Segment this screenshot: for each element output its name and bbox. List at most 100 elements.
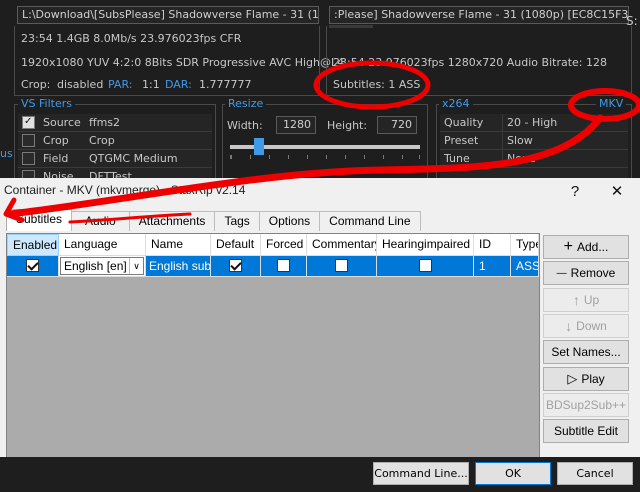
cell-type[interactable]: ASS [511, 256, 539, 277]
bdsup2sub-button[interactable]: BDSup2Sub++ [543, 393, 629, 417]
x264-title: x264 [439, 97, 473, 110]
play-button[interactable]: ▷ Play [543, 367, 629, 391]
cell-language[interactable]: English [en] ∨ [59, 256, 146, 277]
help-button[interactable]: ? [558, 178, 592, 204]
play-button-label: Play [581, 372, 605, 386]
tab-tags[interactable]: Tags [214, 211, 260, 231]
filter-value: ffms2 [89, 116, 121, 129]
tab-attachments[interactable]: Attachments [128, 211, 216, 231]
cell-default[interactable] [211, 256, 261, 277]
arrow-down-icon: ↓ [565, 318, 573, 334]
forced-checkbox[interactable] [277, 259, 290, 272]
language-value: English [en] [64, 259, 127, 273]
container-dialog: Container - MKV (mkvmerge) - StaxRip v2.… [0, 178, 640, 492]
tab-subtitles[interactable]: Subtitles [6, 209, 73, 231]
command-line-button[interactable]: Command Line... [373, 462, 469, 485]
filter-name: Field [43, 152, 69, 165]
filter-checkbox[interactable] [22, 116, 35, 129]
minus-icon: — [556, 267, 567, 279]
subtitles-grid[interactable]: Enabled Language Name Default Forced Com… [6, 233, 540, 460]
filter-checkbox[interactable] [22, 152, 35, 165]
col-header-commentary[interactable]: Commentary [307, 234, 377, 256]
resize-slider-ticks [230, 155, 420, 159]
col-header-type[interactable]: Type [511, 234, 539, 256]
left-edge-text: us [0, 147, 13, 160]
target-path-field[interactable]: :Please] Shadowverse Flame - 31 (1080p) … [329, 6, 629, 24]
set-names-button[interactable]: Set Names... [543, 340, 629, 364]
dar-value: 1.777777 [199, 78, 252, 91]
cell-name[interactable]: English subs [146, 256, 211, 277]
grid-header: Enabled Language Name Default Forced Com… [7, 234, 539, 256]
resize-slider-thumb[interactable] [253, 138, 264, 155]
tab-command-line[interactable]: Command Line [319, 211, 421, 231]
chevron-down-icon: ∨ [129, 258, 143, 274]
tab-options[interactable]: Options [258, 211, 321, 231]
play-icon: ▷ [567, 371, 578, 386]
col-header-default[interactable]: Default [211, 234, 261, 256]
cell-commentary[interactable] [307, 256, 377, 277]
arrow-up-icon: ↑ [572, 292, 580, 308]
filter-row[interactable]: Noise DFTTest [18, 168, 212, 178]
filter-checkbox[interactable] [22, 170, 35, 178]
option-name: Tune [444, 152, 470, 165]
filter-value: DFTTest [89, 170, 132, 178]
col-header-enabled[interactable]: Enabled [7, 234, 59, 256]
filter-checkbox[interactable] [22, 134, 35, 147]
filter-name: Crop [43, 134, 69, 147]
close-button[interactable]: ✕ [600, 178, 634, 204]
cell-id[interactable]: 1 [474, 256, 511, 277]
option-row[interactable]: Preset Slow [440, 132, 628, 150]
close-icon: ✕ [610, 183, 624, 200]
col-header-language[interactable]: Language [59, 234, 146, 256]
enabled-checkbox[interactable] [26, 259, 39, 272]
col-header-id[interactable]: ID [474, 234, 511, 256]
remove-button[interactable]: — Remove [543, 261, 629, 285]
language-select[interactable]: English [en] ∨ [60, 257, 144, 275]
option-name: Preset [444, 134, 479, 147]
crop-value: disabled [57, 78, 104, 91]
cell-enabled[interactable] [7, 256, 59, 277]
filter-row[interactable]: Source ffms2 [18, 114, 212, 132]
cell-forced[interactable] [261, 256, 307, 277]
filter-row[interactable]: Field QTGMC Medium [18, 150, 212, 168]
subtitle-edit-button[interactable]: Subtitle Edit [543, 419, 629, 443]
width-input[interactable]: 1280 [276, 116, 316, 134]
option-row[interactable]: Tune None [440, 150, 628, 168]
height-label: Height: [327, 119, 368, 132]
table-row[interactable]: English [en] ∨ English subs 1 ASS [7, 256, 539, 277]
up-button[interactable]: ↑ Up [543, 288, 629, 312]
vs-filters-title: VS Filters [18, 97, 75, 110]
filter-name: Noise [43, 170, 74, 178]
up-button-label: Up [583, 293, 600, 307]
tab-audio[interactable]: Audio [71, 211, 130, 231]
x264-options-list[interactable]: Quality 20 - High Preset Slow Tune None [440, 114, 628, 178]
vs-filters-list[interactable]: Source ffms2 Crop Crop Field QTGMC Mediu… [18, 114, 212, 178]
cell-hearingimpaired[interactable] [377, 256, 474, 277]
default-checkbox[interactable] [229, 259, 242, 272]
source-path-field[interactable]: L:\Download\[SubsPlease] Shadowverse Fla… [17, 6, 319, 24]
filter-row[interactable]: Crop Crop [18, 132, 212, 150]
target-info-line1: 23:54 23.976023fps 1280x720 Audio Bitrat… [333, 56, 607, 69]
source-info-line2: 1920x1080 YUV 4:2:0 8Bits SDR Progressiv… [21, 56, 345, 69]
col-header-forced[interactable]: Forced [261, 234, 307, 256]
mkv-link[interactable]: MKV [596, 97, 627, 110]
filter-name: Source [43, 116, 81, 129]
plus-icon: + [563, 238, 573, 255]
add-button[interactable]: + Add... [543, 235, 629, 259]
commentary-checkbox[interactable] [335, 259, 348, 272]
option-name: Quality [444, 116, 484, 129]
par-label[interactable]: PAR: [108, 78, 132, 91]
down-button[interactable]: ↓ Down [543, 314, 629, 338]
option-row[interactable]: Quality 20 - High [440, 114, 628, 132]
subtitles-summary: Subtitles: 1 ASS [333, 78, 421, 91]
ok-button[interactable]: OK [475, 462, 551, 485]
dialog-tabs: Subtitles Audio Attachments Tags Options… [6, 209, 421, 231]
hearingimpaired-checkbox[interactable] [418, 259, 432, 272]
cancel-button[interactable]: Cancel [557, 462, 633, 485]
dar-label[interactable]: DAR: [165, 78, 192, 91]
filter-value: Crop [89, 134, 115, 147]
height-input[interactable]: 720 [377, 116, 417, 134]
remove-button-label: Remove [570, 266, 616, 280]
col-header-name[interactable]: Name [146, 234, 211, 256]
col-header-hearingimpaired[interactable]: Hearingimpaired [377, 234, 474, 256]
